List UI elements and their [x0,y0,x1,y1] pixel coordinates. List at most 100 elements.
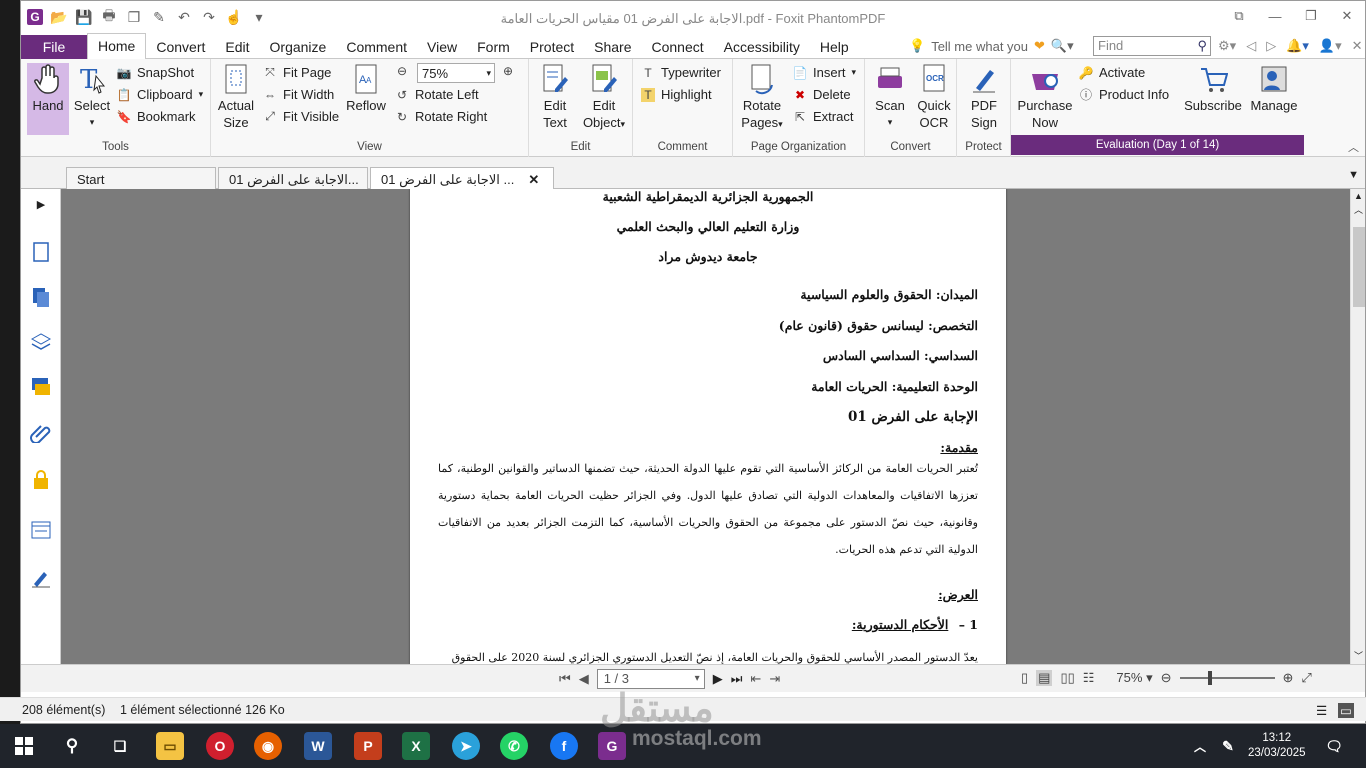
next-page-icon[interactable]: ▶ [713,671,723,687]
opera-icon[interactable]: O [206,732,234,760]
edit-object-button[interactable]: Edit Object▾ [579,63,629,133]
search-taskbar-icon[interactable]: ⚲ [58,732,86,760]
zoom-select[interactable]: 75% ▾ [417,63,495,83]
telegram-icon[interactable]: ➤ [452,732,480,760]
whatsapp-icon[interactable]: ✆ [500,732,528,760]
select-button[interactable]: T Select ▾ [71,63,113,131]
system-clock[interactable]: 13:12 23/03/2025 [1248,731,1306,761]
tab-convert[interactable]: Convert [146,35,215,59]
vertical-scrollbar[interactable]: ▲ ︿ ﹀ [1350,189,1365,664]
zoom-out-status-icon[interactable]: ⊖ [1161,670,1172,686]
subscribe-button[interactable]: Subscribe [1184,63,1242,114]
previous-page-icon[interactable]: ◀ [579,671,589,687]
firefox-icon[interactable]: ◉ [254,732,282,760]
pdf-sign-button[interactable]: PDF Sign [961,63,1007,131]
tab-comment[interactable]: Comment [336,35,417,59]
doc-tab-active[interactable]: الاجابة على الفرض 01 ... ✕ [370,167,554,190]
continuous-page-icon[interactable]: ▤ [1036,670,1053,686]
highlight-button[interactable]: T Highlight [641,87,712,102]
edit-text-button[interactable]: Edit Text [533,63,577,131]
security-lock-icon[interactable] [30,469,52,491]
tab-connect[interactable]: Connect [642,35,714,59]
tab-home[interactable]: Home [87,33,147,60]
fullscreen-icon[interactable]: ⤢ [1301,670,1311,686]
signature-tools-icon[interactable] [30,566,52,588]
settings-icon[interactable]: ⚙▾ [1218,38,1236,54]
tab-view[interactable]: View [417,35,467,59]
single-page-icon[interactable]: ▯ [1021,670,1028,686]
next-view-icon[interactable]: ⇥ [769,671,780,687]
notification-icon[interactable]: 🔔▾ [1286,38,1309,54]
actual-size-button[interactable]: Actual Size [215,63,257,131]
rotate-pages-button[interactable]: Rotate Pages▾ [737,63,787,133]
last-page-icon[interactable]: ⏭ [731,671,743,687]
manage-button[interactable]: Manage [1247,63,1301,114]
close-button[interactable]: ✕ [1329,1,1365,31]
ribbon-options-icon[interactable]: ⧉ [1221,1,1257,31]
comments-icon[interactable] [30,376,52,398]
purchase-now-button[interactable]: Purchase Now [1015,63,1075,131]
excel-icon[interactable]: X [402,732,430,760]
user-icon[interactable]: 👤▾ [1319,38,1342,54]
tab-organize[interactable]: Organize [260,35,337,59]
first-page-icon[interactable]: ⏮ [559,671,571,687]
tell-me[interactable]: 💡 Tell me what you ❤ 🔍▾ [909,38,1074,54]
search-options-icon[interactable]: 🔍▾ [1051,38,1074,54]
search-icon[interactable]: ⚲ [1197,37,1207,55]
fit-visible-button[interactable]: ⤢ Fit Visible [263,109,339,124]
typewriter-button[interactable]: T Typewriter [641,65,721,80]
minimize-button[interactable]: — [1257,1,1293,31]
scroll-up-icon[interactable]: ▲ [1354,191,1363,201]
reflow-button[interactable]: AA Reflow [345,63,387,114]
collapse-ribbon-chevron-icon[interactable]: ︿ [1348,139,1359,155]
scan-button[interactable]: Scan ▾ [869,63,911,131]
fit-page-button[interactable]: ⤧ Fit Page [263,65,331,80]
continuous-facing-icon[interactable]: ☷ [1083,670,1095,686]
facebook-icon[interactable]: f [550,732,578,760]
zoom-level-select[interactable]: 75% ▾ [1116,670,1152,686]
windows-start-icon[interactable] [10,732,38,760]
zoom-in-button[interactable]: ⊕ [501,64,515,78]
next-result-icon[interactable]: ▷ [1266,38,1276,54]
close-tab-icon[interactable]: ✕ [528,172,539,187]
scroll-chevron-up-icon[interactable]: ︿ [1354,203,1363,216]
details-view-icon[interactable]: ☰ [1316,703,1327,718]
zoom-slider[interactable] [1179,671,1275,685]
tab-file[interactable]: File [21,35,87,59]
tab-protect[interactable]: Protect [520,35,584,59]
scrollbar-thumb[interactable] [1353,227,1365,307]
page-thumbnails-icon[interactable] [30,241,52,263]
file-explorer-icon[interactable]: ▭ [156,732,184,760]
previous-result-icon[interactable]: ◁ [1246,38,1256,54]
zoom-in-status-icon[interactable]: ⊕ [1283,670,1294,686]
bookmark-button[interactable]: 🔖 Bookmark [117,109,196,124]
snapshot-button[interactable]: 📷 SnapShot [117,65,195,80]
zoom-slider-knob[interactable] [1207,671,1212,685]
find-input[interactable]: Find ⚲ [1093,36,1211,56]
task-view-icon[interactable]: ❏ [106,732,134,760]
product-info-button[interactable]: ⓘ Product Info [1079,87,1169,102]
show-hidden-icons-icon[interactable]: ︿ [1186,732,1214,760]
tab-help[interactable]: Help [810,35,859,59]
hand-button[interactable]: Hand [27,63,69,135]
document-viewer[interactable]: الجمهورية الجزائرية الديمقراطية الشعبية … [61,189,1351,664]
large-icons-view-icon[interactable]: ▭ [1338,703,1354,718]
pen-tray-icon[interactable]: ✎ [1214,732,1242,760]
foxit-taskbar-icon[interactable]: G [598,732,626,760]
scroll-down-icon[interactable]: ﹀ [1354,649,1363,662]
notifications-icon[interactable]: 🗨 [1320,732,1348,760]
content-panel-icon[interactable] [30,519,52,541]
expand-panel-icon[interactable]: ▶ [30,193,52,215]
tab-list-dropdown-icon[interactable]: ▼ [1348,169,1359,181]
rotate-right-button[interactable]: ↻ Rotate Right [395,109,487,124]
powerpoint-icon[interactable]: P [354,732,382,760]
fit-width-button[interactable]: ⇔ Fit Width [263,87,334,102]
extract-button[interactable]: ⇱ Extract [793,109,854,124]
heart-icon[interactable]: ❤ [1034,38,1045,54]
facing-page-icon[interactable]: ▯▯ [1060,670,1074,686]
attachments-icon[interactable] [30,421,52,443]
rotate-left-button[interactable]: ↺ Rotate Left [395,87,479,102]
maximize-button[interactable]: ❐ [1293,1,1329,31]
activate-button[interactable]: 🔑 Activate [1079,65,1146,80]
doc-tab-1[interactable]: الاجابة على الفرض 01... [218,167,368,189]
